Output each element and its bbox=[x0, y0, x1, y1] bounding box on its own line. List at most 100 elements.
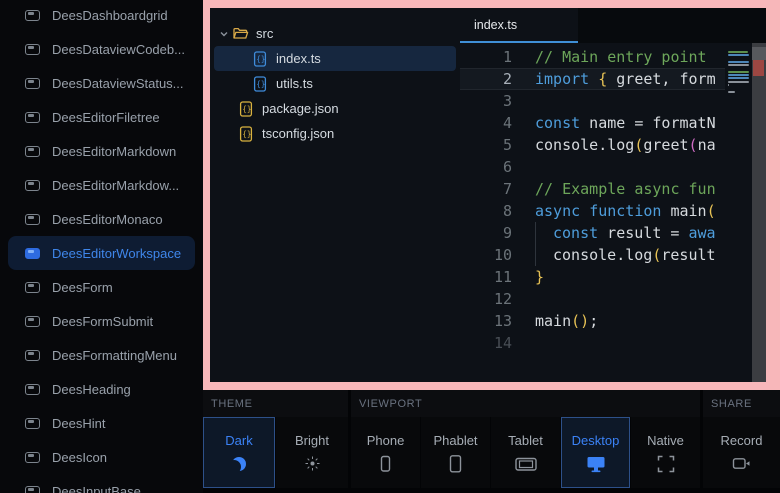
desktop-icon bbox=[586, 455, 606, 473]
sidebar-item-label: DeesHeading bbox=[52, 382, 131, 397]
sidebar-item-deesdataviewstatus[interactable]: DeesDataviewStatus... bbox=[8, 66, 195, 100]
code-line: 1// Main entry point bbox=[460, 46, 766, 68]
file-json-icon: {} bbox=[239, 126, 253, 142]
component-icon bbox=[25, 214, 40, 225]
code-line: 4const name = formatN bbox=[460, 112, 766, 134]
code-text: const result = awa bbox=[535, 222, 716, 244]
sidebar-item-label: DeesEditorWorkspace bbox=[52, 246, 181, 261]
phablet-icon bbox=[447, 455, 464, 473]
tree-item-src[interactable]: src bbox=[214, 21, 456, 46]
sidebar-item-deeseditormarkdown[interactable]: DeesEditorMarkdown bbox=[8, 134, 195, 168]
button-label: Bright bbox=[295, 433, 329, 448]
sidebar-item-deeseditormarkdow[interactable]: DeesEditorMarkdow... bbox=[8, 168, 195, 202]
toolbar-section-share: SHARERecord bbox=[703, 390, 780, 488]
component-icon bbox=[25, 180, 40, 191]
scrollbar-thumb[interactable] bbox=[752, 47, 766, 60]
line-number: 8 bbox=[460, 200, 512, 222]
desktop-button[interactable]: Desktop bbox=[561, 417, 630, 488]
tree-item-label: src bbox=[256, 26, 273, 41]
record-button[interactable]: Record bbox=[703, 417, 780, 488]
sidebar-item-deesformsubmit[interactable]: DeesFormSubmit bbox=[8, 304, 195, 338]
file-ts-icon: {} bbox=[253, 76, 267, 92]
svg-text:{}: {} bbox=[256, 79, 265, 88]
tree-item-tsconfig.json[interactable]: {}tsconfig.json bbox=[214, 121, 456, 146]
svg-text:{}: {} bbox=[242, 129, 251, 138]
sidebar-item-deeseditormonaco[interactable]: DeesEditorMonaco bbox=[8, 202, 195, 236]
sidebar-item-deesform[interactable]: DeesForm bbox=[8, 270, 195, 304]
toolbar-section-title: THEME bbox=[203, 390, 348, 417]
sidebar-item-deesformattingmenu[interactable]: DeesFormattingMenu bbox=[8, 338, 195, 372]
toolbar-section-title: VIEWPORT bbox=[351, 390, 700, 417]
native-icon bbox=[657, 455, 675, 473]
line-number: 11 bbox=[460, 266, 512, 288]
code-text: // Example async fun bbox=[535, 178, 716, 200]
component-icon bbox=[25, 112, 40, 123]
sidebar-item-deesinputbase[interactable]: DeesInputBase bbox=[8, 474, 195, 493]
sidebar-item-label: DeesEditorMarkdow... bbox=[52, 178, 179, 193]
editor-tab-bar: index.ts bbox=[460, 8, 766, 43]
tablet-button[interactable]: Tablet bbox=[491, 417, 560, 488]
minimap[interactable] bbox=[725, 43, 752, 382]
component-icon bbox=[25, 78, 40, 89]
file-ts-icon: {} bbox=[253, 51, 267, 67]
code-text: } bbox=[535, 266, 544, 288]
minimap-line bbox=[728, 81, 749, 83]
tree-item-label: utils.ts bbox=[276, 76, 313, 91]
sidebar-item-deeshint[interactable]: DeesHint bbox=[8, 406, 195, 440]
sidebar-item-deeseditorworkspace[interactable]: DeesEditorWorkspace bbox=[8, 236, 195, 270]
tree-item-label: index.ts bbox=[276, 51, 321, 66]
code-editor[interactable]: 1// Main entry point2import { greet, for… bbox=[460, 43, 766, 382]
button-label: Desktop bbox=[572, 433, 620, 448]
sidebar-item-label: DeesEditorFiletree bbox=[52, 110, 160, 125]
tree-item-index.ts[interactable]: {} index.ts bbox=[214, 46, 456, 71]
toolbar-section-title: SHARE bbox=[703, 390, 780, 417]
file-json-icon: {} bbox=[239, 101, 253, 117]
line-number: 4 bbox=[460, 112, 512, 134]
tree-item-utils.ts[interactable]: {} utils.ts bbox=[214, 71, 456, 96]
code-line: 13main(); bbox=[460, 310, 766, 332]
code-line: 9const result = awa bbox=[460, 222, 766, 244]
sidebar-item-label: DeesIcon bbox=[52, 450, 107, 465]
code-line: 12 bbox=[460, 288, 766, 310]
scrollbar-track[interactable] bbox=[752, 43, 766, 382]
minimap-line bbox=[728, 84, 729, 86]
code-line: 11} bbox=[460, 266, 766, 288]
code-line: 7// Example async fun bbox=[460, 178, 766, 200]
bright-button[interactable]: Bright bbox=[276, 417, 348, 488]
sidebar-item-deeseditorfiletree[interactable]: DeesEditorFiletree bbox=[8, 100, 195, 134]
dark-button[interactable]: Dark bbox=[203, 417, 275, 488]
sidebar-item-label: DeesInputBase bbox=[52, 484, 141, 493]
code-line: 10console.log(result bbox=[460, 244, 766, 266]
svg-text:{}: {} bbox=[242, 104, 251, 113]
phone-icon bbox=[377, 455, 394, 473]
tree-item-label: package.json bbox=[262, 101, 339, 116]
component-icon bbox=[25, 248, 40, 259]
phablet-button[interactable]: Phablet bbox=[421, 417, 490, 488]
sidebar-item-deesdashboardgrid[interactable]: DeesDashboardgrid bbox=[8, 0, 195, 32]
button-label: Native bbox=[647, 433, 684, 448]
tab-index-ts[interactable]: index.ts bbox=[460, 8, 578, 43]
button-label: Phablet bbox=[433, 433, 477, 448]
sidebar-item-deesicon[interactable]: DeesIcon bbox=[8, 440, 195, 474]
editor-workspace: src {} index.ts {} utils.ts {} package.json {}t… bbox=[210, 8, 766, 382]
code-editor-panel: index.ts 1// Main entry point2import { g… bbox=[460, 8, 766, 382]
component-icon bbox=[25, 146, 40, 157]
phone-button[interactable]: Phone bbox=[351, 417, 420, 488]
component-icon bbox=[25, 452, 40, 463]
component-icon bbox=[25, 282, 40, 293]
minimap-line bbox=[725, 94, 752, 97]
record-icon bbox=[732, 456, 751, 471]
line-number: 12 bbox=[460, 288, 512, 310]
tree-item-package.json[interactable]: {} package.json bbox=[214, 96, 456, 121]
sidebar-item-label: DeesHint bbox=[52, 416, 105, 431]
toolbar-section-viewport: VIEWPORTPhone Phablet Tablet Desktop Native bbox=[351, 390, 700, 488]
code-text: async function main( bbox=[535, 200, 716, 222]
native-button[interactable]: Native bbox=[631, 417, 700, 488]
minimap-line bbox=[728, 91, 735, 93]
component-icon bbox=[25, 44, 40, 55]
component-catalog-app: DeesDashboardgrid DeesDataviewCodeb... Dee… bbox=[0, 0, 780, 493]
sidebar-item-deesdataviewcodeb[interactable]: DeesDataviewCodeb... bbox=[8, 32, 195, 66]
component-icon bbox=[25, 316, 40, 327]
sidebar-item-deesheading[interactable]: DeesHeading bbox=[8, 372, 195, 406]
sidebar-item-label: DeesDataviewCodeb... bbox=[52, 42, 185, 57]
